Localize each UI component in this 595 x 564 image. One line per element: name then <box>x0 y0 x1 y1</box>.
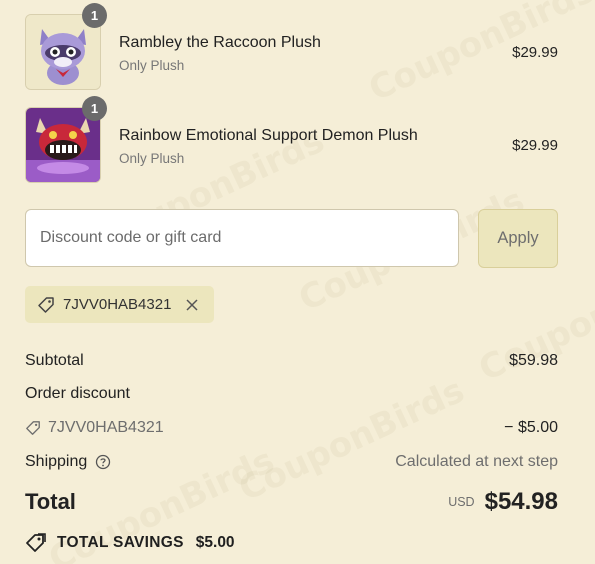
savings-value: $5.00 <box>195 534 235 551</box>
tag-icon <box>37 296 55 314</box>
quantity-badge: 1 <box>82 96 107 121</box>
applied-code-text: 7JVV0HAB4321 <box>63 296 172 313</box>
help-icon[interactable] <box>95 454 111 470</box>
currency-code: USD <box>448 495 475 509</box>
total-savings: TOTAL SAVINGS $5.00 <box>25 533 235 553</box>
applied-discount-chip: 7JVV0HAB4321 <box>25 286 214 323</box>
item-name: Rambley the Raccoon Plush <box>119 34 321 51</box>
subtotal-row: Subtotal $59.98 <box>25 352 558 370</box>
total-value: $54.98 <box>484 488 558 515</box>
subtotal-label: Subtotal <box>25 352 84 369</box>
item-price: $29.99 <box>512 44 558 61</box>
item-variant: Only Plush <box>119 151 185 166</box>
tag-icon <box>25 420 41 436</box>
savings-tag-icon <box>25 533 47 553</box>
shipping-row: Shipping Calculated at next step <box>25 453 558 471</box>
item-price: $29.99 <box>512 137 558 154</box>
item-name: Rainbow Emotional Support Demon Plush <box>119 127 418 144</box>
apply-button[interactable]: Apply <box>478 209 558 268</box>
total-row: Total USD $54.98 <box>25 488 558 519</box>
shipping-label: Shipping <box>25 453 88 470</box>
shipping-value: Calculated at next step <box>395 453 558 470</box>
savings-label: TOTAL SAVINGS <box>57 534 184 551</box>
quantity-badge: 1 <box>82 3 107 28</box>
total-label: Total <box>25 489 76 514</box>
discount-code-input[interactable] <box>25 209 459 267</box>
cart-item: 1 Rambley the Raccoon Plush Only Plush $… <box>25 3 558 90</box>
subtotal-value: $59.98 <box>509 352 558 369</box>
cart-item: 1 Rainbow Emotional Support Demon Plush … <box>25 96 558 183</box>
discount-code-row: 7JVV0HAB4321 − $5.00 <box>25 419 558 441</box>
discount-value: − $5.00 <box>504 419 558 436</box>
order-discount-label: Order discount <box>25 385 130 402</box>
order-discount-row: Order discount <box>25 385 558 403</box>
item-variant: Only Plush <box>119 58 185 73</box>
remove-code-icon[interactable] <box>185 298 199 312</box>
discount-code-text: 7JVV0HAB4321 <box>48 419 164 436</box>
